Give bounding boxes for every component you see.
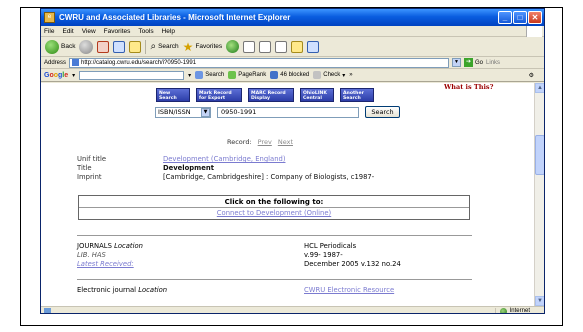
what-is-this-link[interactable]: What is This? bbox=[444, 83, 493, 91]
address-input[interactable]: http://catalog.cwru.edu/search/i?0950-19… bbox=[69, 57, 450, 68]
menu-tools[interactable]: Tools bbox=[138, 28, 153, 35]
mail-button[interactable] bbox=[259, 40, 272, 53]
catalog-nav-buttons: New Search Mark Record for Export MARC R… bbox=[156, 88, 374, 102]
electronic-journal-row: Electronic journal Location CWRU Electro… bbox=[77, 286, 395, 294]
links-label[interactable]: Links bbox=[486, 60, 500, 66]
menu-edit[interactable]: Edit bbox=[62, 28, 73, 35]
google-dropdown-icon[interactable]: ▾ bbox=[188, 72, 191, 79]
stop-button[interactable] bbox=[97, 40, 110, 53]
abc-check-icon bbox=[313, 71, 322, 79]
home-button[interactable] bbox=[129, 40, 142, 53]
back-arrow-icon bbox=[45, 39, 59, 54]
online-access-box: Click on the following to: Connect to De… bbox=[78, 195, 470, 220]
security-zone: Internet bbox=[494, 307, 530, 313]
ohiolink-button[interactable]: OhioLINK Central bbox=[300, 88, 334, 102]
scroll-thumb[interactable] bbox=[535, 135, 544, 175]
scroll-up-icon[interactable]: ▲ bbox=[535, 83, 544, 93]
latest-received-row: Latest Received: December 2005 v.132 no.… bbox=[77, 260, 401, 268]
google-settings-icon[interactable]: ⚙ bbox=[529, 72, 534, 79]
address-dropdown-icon[interactable]: ▼ bbox=[452, 58, 462, 67]
mark-record-button[interactable]: Mark Record for Export bbox=[196, 88, 242, 102]
vertical-scrollbar[interactable]: ▲ ▼ bbox=[534, 83, 544, 306]
page-status-icon bbox=[44, 307, 51, 313]
close-button[interactable]: ✕ bbox=[528, 11, 542, 24]
menu-favorites[interactable]: Favorites bbox=[104, 28, 131, 35]
status-bar: Internet bbox=[41, 306, 544, 313]
title-bar[interactable]: e CWRU and Associated Libraries - Micros… bbox=[41, 9, 544, 26]
search-type-select[interactable]: ISBN/ISSN ▼ bbox=[155, 106, 211, 118]
internet-globe-icon bbox=[499, 307, 507, 313]
pagerank-icon bbox=[228, 71, 237, 79]
messenger-button[interactable] bbox=[307, 40, 320, 53]
standard-toolbar: Back ⌕ Search ★ Favorites bbox=[41, 37, 544, 57]
google-logo-dropdown-icon[interactable]: ▾ bbox=[72, 72, 75, 79]
scroll-down-icon[interactable]: ▼ bbox=[535, 296, 544, 306]
menu-bar: File Edit View Favorites Tools Help bbox=[41, 26, 544, 37]
select-dropdown-icon: ▼ bbox=[201, 107, 210, 117]
slide-frame: e CWRU and Associated Libraries - Micros… bbox=[20, 7, 563, 326]
address-label: Address bbox=[44, 59, 67, 66]
another-search-button[interactable]: Another Search bbox=[340, 88, 374, 102]
maximize-button[interactable]: □ bbox=[513, 11, 527, 24]
spell-check-button[interactable]: Check ▾ bbox=[313, 71, 345, 79]
google-logo[interactable]: Google bbox=[44, 72, 68, 79]
media-icon[interactable] bbox=[226, 40, 240, 53]
electronic-divider bbox=[77, 279, 472, 280]
page-icon bbox=[72, 59, 80, 66]
holdings-divider bbox=[77, 235, 472, 236]
field-unif-title: Unif title Development (Cambridge, Engla… bbox=[77, 155, 286, 163]
print-button[interactable] bbox=[275, 40, 288, 53]
marc-record-button[interactable]: MARC Record Display bbox=[248, 88, 294, 102]
ie-app-icon: e bbox=[44, 12, 55, 23]
google-search-input[interactable] bbox=[79, 70, 185, 80]
page-content: What is This? New Search Mark Record for… bbox=[41, 83, 534, 306]
menu-help[interactable]: Help bbox=[162, 28, 175, 35]
toolbar-separator bbox=[145, 39, 147, 54]
prev-link[interactable]: Prev bbox=[258, 138, 272, 146]
minimize-button[interactable]: _ bbox=[498, 11, 512, 24]
popup-blocker-icon bbox=[270, 71, 279, 79]
next-link[interactable]: Next bbox=[278, 138, 293, 146]
address-bar: Address http://catalog.cwru.edu/search/i… bbox=[41, 57, 544, 69]
search-submit-button[interactable]: Search bbox=[365, 106, 400, 118]
browser-window: e CWRU and Associated Libraries - Micros… bbox=[40, 8, 545, 314]
google-search-button[interactable]: Search bbox=[195, 71, 224, 79]
menu-view[interactable]: View bbox=[82, 28, 96, 35]
address-url: http://catalog.cwru.edu/search/i?0950-19… bbox=[81, 59, 197, 66]
search-row: ISBN/ISSN ▼ 0950-1991 Search bbox=[155, 106, 400, 118]
journals-row: JOURNALS Location HCL Periodicals bbox=[77, 242, 357, 250]
unif-title-link[interactable]: Development (Cambridge, England) bbox=[163, 155, 285, 163]
online-access-heading: Click on the following to: bbox=[79, 196, 469, 208]
pagerank-indicator[interactable]: PageRank bbox=[228, 71, 266, 79]
star-icon: ★ bbox=[182, 39, 194, 54]
favorites-button[interactable]: ★ Favorites bbox=[183, 41, 223, 53]
chevron-down-icon: ▾ bbox=[342, 72, 346, 79]
lib-has-row: LIB. HAS v.99- 1987- bbox=[77, 251, 343, 259]
search-input[interactable]: 0950-1991 bbox=[217, 106, 359, 118]
magnifier-icon: ⌕ bbox=[150, 41, 157, 52]
chevron-right-icon[interactable]: » bbox=[349, 72, 352, 78]
latest-received-link[interactable]: Latest Received: bbox=[77, 260, 134, 268]
menu-file[interactable]: File bbox=[44, 28, 54, 35]
windows-logo-icon bbox=[526, 26, 542, 37]
record-label: Record: bbox=[227, 138, 252, 146]
refresh-button[interactable] bbox=[113, 40, 126, 53]
forward-button[interactable] bbox=[79, 39, 94, 54]
google-toolbar: Google ▾ ▾ Search PageRank 46 blocked Ch… bbox=[41, 69, 544, 82]
folder-button[interactable] bbox=[291, 40, 304, 53]
go-arrow-icon: ➔ bbox=[464, 58, 474, 67]
go-button[interactable]: ➔ Go bbox=[464, 58, 483, 67]
window-title: CWRU and Associated Libraries - Microsof… bbox=[59, 13, 291, 22]
new-search-button[interactable]: New Search bbox=[156, 88, 190, 102]
google-g-icon bbox=[195, 71, 204, 79]
search-button[interactable]: ⌕ Search bbox=[150, 41, 178, 52]
electronic-resource-link[interactable]: CWRU Electronic Resource bbox=[304, 286, 394, 294]
online-access-link[interactable]: Connect to Development (Online) bbox=[79, 208, 469, 217]
record-navigation: Record: Prev Next bbox=[227, 138, 293, 146]
field-title: Title Development bbox=[77, 164, 214, 172]
back-button[interactable]: Back bbox=[45, 39, 75, 54]
history-button[interactable] bbox=[243, 40, 256, 53]
popup-blocker[interactable]: 46 blocked bbox=[270, 71, 309, 79]
field-imprint: Imprint [Cambridge, Cambridgeshire] : Co… bbox=[77, 173, 375, 181]
